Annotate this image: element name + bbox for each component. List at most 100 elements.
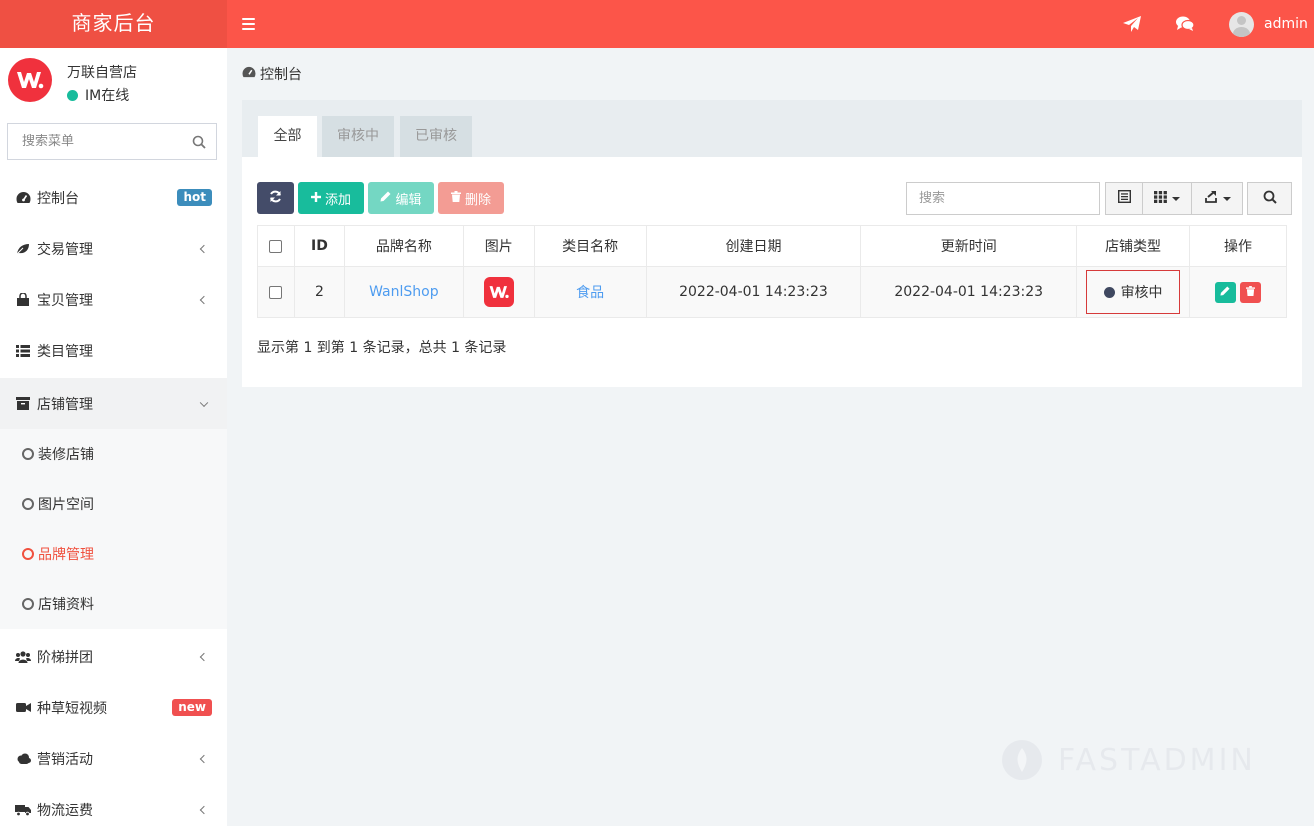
shop-submenu: 装修店铺 图片空间 品牌管理 店铺资料 (0, 429, 227, 629)
hot-badge: hot (177, 189, 212, 206)
export-icon (1204, 190, 1218, 207)
im-status: IM在线 (67, 85, 129, 105)
delete-button[interactable]: 删除 (438, 182, 504, 214)
status-tabs: 全部 审核中 已审核 (242, 100, 1302, 157)
video-icon (15, 700, 31, 716)
refresh-button[interactable] (257, 182, 294, 214)
trash-icon (1246, 284, 1256, 300)
circle-icon (22, 548, 34, 560)
column-header-updated[interactable]: 更新时间 (860, 225, 1078, 267)
row-id: 2 (293, 266, 345, 318)
edit-button[interactable]: 编辑 (368, 182, 434, 214)
chevron-left-icon (199, 652, 209, 661)
column-header-image: 图片 (462, 225, 535, 267)
sidebar: 万联自营店 IM在线 控制台 hot 交易管理 宝贝管理 类目管理 店铺管理 (0, 48, 227, 826)
sidebar-item-category[interactable]: 类目管理 (0, 325, 227, 376)
column-header-category[interactable]: 类目名称 (533, 225, 647, 267)
sidebar-toggle-button[interactable] (242, 13, 258, 35)
table-row: 2 WanlShop 食品 2022-04-01 14:23:23 2022-0… (257, 266, 1287, 318)
app-title[interactable]: 商家后台 (0, 0, 227, 48)
chevron-left-icon (199, 244, 209, 253)
top-navbar: 商家后台 admin (0, 0, 1314, 48)
chevron-left-icon (199, 295, 209, 304)
search-icon (1263, 190, 1277, 208)
row-edit-button[interactable] (1214, 281, 1236, 303)
shop-info: 万联自营店 IM在线 (0, 48, 227, 111)
caret-down-icon (1222, 196, 1231, 201)
column-header-shop-type[interactable]: 店铺类型 (1076, 225, 1191, 267)
sidebar-search (7, 123, 217, 160)
paper-plane-icon[interactable] (1120, 12, 1144, 36)
row-checkbox[interactable] (269, 285, 283, 299)
sidebar-item-video[interactable]: 种草短视频 new (0, 682, 227, 733)
category-link[interactable]: 食品 (576, 285, 604, 301)
status-badge[interactable]: 审核中 (1086, 270, 1181, 314)
column-header-created[interactable]: 创建日期 (645, 225, 862, 267)
row-delete-button[interactable] (1240, 281, 1262, 303)
username: admin (1264, 16, 1308, 32)
tab-approved[interactable]: 已审核 (400, 116, 472, 157)
export-button[interactable] (1192, 182, 1243, 215)
dashboard-icon (15, 190, 31, 206)
truck-icon (15, 802, 31, 818)
sidebar-item-groupbuy[interactable]: 阶梯拼团 (0, 631, 227, 682)
sidebar-subitem-profile[interactable]: 店铺资料 (0, 579, 227, 629)
sidebar-subitem-brand[interactable]: 品牌管理 (0, 529, 227, 579)
cloud-icon (15, 751, 31, 767)
brand-name-link[interactable]: WanlShop (369, 284, 439, 300)
user-menu[interactable]: admin (1229, 11, 1308, 37)
circle-icon (22, 498, 34, 510)
column-header-brand[interactable]: 品牌名称 (343, 225, 464, 267)
column-header-actions: 操作 (1189, 225, 1287, 267)
circle-icon (22, 448, 34, 460)
select-all-checkbox[interactable] (269, 239, 283, 253)
list-icon (15, 343, 31, 359)
sidebar-item-shop[interactable]: 店铺管理 (0, 378, 227, 429)
sidebar-item-dashboard[interactable]: 控制台 hot (0, 172, 227, 223)
table-tools (1105, 182, 1243, 215)
sidebar-subitem-images[interactable]: 图片空间 (0, 479, 227, 529)
archive-icon (15, 396, 31, 412)
shop-logo-icon (8, 58, 52, 102)
online-dot-icon (67, 89, 78, 101)
fastadmin-watermark: FASTADMIN (1000, 738, 1256, 782)
brand-panel: 全部 审核中 已审核 添加 编辑 删除 搜索 ID 品牌名称 图片 类目名称 创… (242, 100, 1302, 387)
users-icon (15, 649, 31, 665)
pencil-icon (380, 191, 391, 206)
sidebar-item-goods[interactable]: 宝贝管理 (0, 274, 227, 325)
shopping-bag-icon (15, 292, 31, 308)
shop-name: 万联自营店 (67, 65, 137, 81)
tab-all[interactable]: 全部 (258, 116, 317, 157)
comments-icon[interactable] (1173, 12, 1197, 36)
new-badge: new (172, 699, 212, 716)
breadcrumb-dashboard-link[interactable]: 控制台 (260, 64, 302, 84)
status-dot-icon (1103, 286, 1115, 298)
fastadmin-logo-icon (1002, 740, 1042, 780)
sidebar-item-trade[interactable]: 交易管理 (0, 223, 227, 274)
created-date: 2022-04-01 14:23:23 (645, 266, 862, 318)
toggle-view-button[interactable] (1105, 182, 1143, 215)
select-all-cell (257, 225, 295, 267)
pagination-summary: 显示第 1 到第 1 条记录，总共 1 条记录 (257, 340, 507, 356)
circle-icon (22, 598, 34, 610)
columns-button[interactable] (1143, 182, 1192, 215)
column-header-id[interactable]: ID (293, 225, 345, 267)
plus-icon (310, 191, 321, 206)
add-button[interactable]: 添加 (298, 182, 364, 214)
advanced-search-button[interactable] (1247, 182, 1292, 215)
grid-icon (1154, 190, 1167, 207)
table-search-input[interactable] (906, 182, 1100, 215)
list-alt-icon (1117, 189, 1131, 207)
search-icon[interactable] (192, 135, 206, 149)
brand-logo-thumbnail[interactable] (483, 277, 514, 307)
chevron-left-icon (199, 805, 209, 814)
updated-date: 2022-04-01 14:23:23 (860, 266, 1078, 318)
tab-reviewing[interactable]: 审核中 (322, 116, 394, 157)
sidebar-search-input[interactable] (22, 134, 192, 149)
sidebar-subitem-decorate[interactable]: 装修店铺 (0, 429, 227, 479)
table-header-row: ID 品牌名称 图片 类目名称 创建日期 更新时间 店铺类型 操作 (257, 225, 1287, 267)
chevron-down-icon (199, 398, 209, 407)
sidebar-item-logistics[interactable]: 物流运费 (0, 784, 227, 826)
chevron-left-icon (199, 754, 209, 763)
sidebar-item-marketing[interactable]: 营销活动 (0, 733, 227, 784)
